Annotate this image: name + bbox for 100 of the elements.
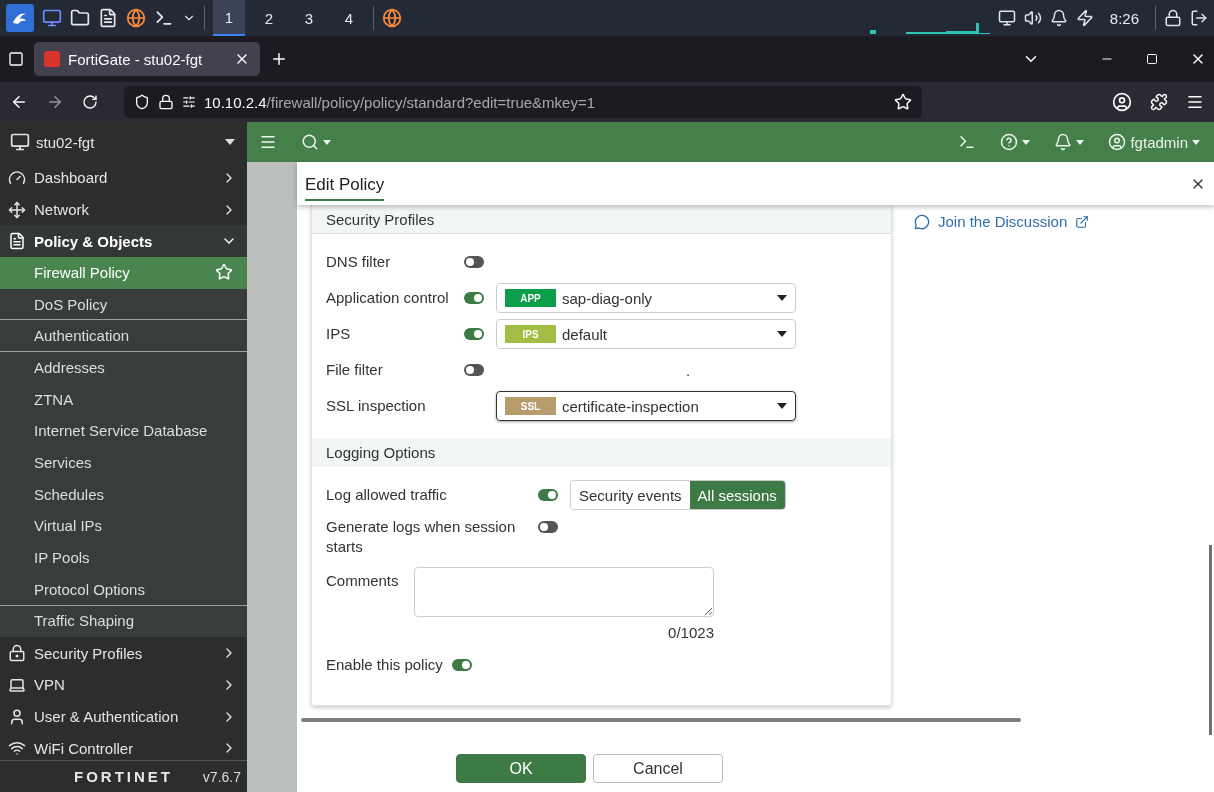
vertical-scrollbar[interactable] — [1209, 545, 1212, 735]
nav-section[interactable]: VPN — [0, 669, 247, 701]
section-header: Logging Options — [312, 438, 891, 467]
forward-icon[interactable] — [46, 93, 64, 111]
device-icon — [10, 132, 30, 152]
user-icon — [8, 707, 26, 726]
section-header: Security Profiles — [312, 205, 891, 234]
display-icon[interactable] — [997, 9, 1016, 27]
nav-item[interactable]: Internet Service Database — [0, 415, 247, 448]
nav-section[interactable]: Security Profiles — [0, 637, 247, 669]
nav-item[interactable]: DoS Policy — [0, 288, 247, 321]
browser-tab[interactable]: FortiGate - stu02-fgt — [34, 42, 260, 76]
menu-icon[interactable] — [1186, 93, 1204, 111]
tab-overview-icon[interactable] — [8, 51, 24, 67]
toggle-switch[interactable] — [464, 328, 484, 340]
external-link-icon — [1075, 214, 1090, 229]
nav-section[interactable]: User & Authentication — [0, 700, 247, 733]
nav-section[interactable]: Policy & Objects — [0, 225, 247, 258]
logout-icon[interactable] — [1190, 9, 1208, 27]
nav-item[interactable]: IP Pools — [0, 542, 247, 574]
bookmark-star-icon[interactable] — [894, 93, 912, 111]
nav-item[interactable]: Protocol Options — [0, 573, 247, 606]
cancel-button[interactable]: Cancel — [593, 754, 723, 783]
dot-text: . — [686, 361, 691, 379]
caret-icon — [225, 139, 235, 145]
workspace-button[interactable]: 3 — [293, 0, 325, 36]
brand-logo: FORTINET — [74, 768, 174, 785]
folder-icon[interactable] — [70, 8, 90, 28]
toggle-switch[interactable] — [538, 489, 558, 501]
favicon-icon — [44, 51, 60, 67]
lock-icon[interactable] — [1164, 9, 1182, 27]
nav-item[interactable]: Schedules — [0, 478, 247, 511]
user-menu-button[interactable]: fgtadmin — [1108, 133, 1200, 151]
nav-item[interactable]: Addresses — [0, 352, 247, 384]
version-text: v7.6.7 — [202, 768, 241, 785]
dragon-icon[interactable] — [6, 4, 34, 32]
workspace-button[interactable]: 2 — [253, 0, 285, 36]
back-icon[interactable] — [10, 93, 28, 111]
help-icon — [1000, 133, 1019, 151]
volume-icon[interactable] — [1023, 9, 1042, 27]
comments-field[interactable] — [414, 567, 714, 617]
address-field[interactable]: 10.10.2.4/firewall/policy/policy/standard?edit=true&mkey=1 — [124, 86, 922, 118]
search-icon — [301, 133, 319, 151]
field-label: Log allowed traffic — [326, 485, 448, 505]
discussion-link[interactable]: Join the Discussion — [914, 213, 1090, 230]
star-icon[interactable] — [215, 263, 233, 282]
shield-icon[interactable] — [134, 94, 150, 110]
text-editor-icon[interactable] — [98, 8, 118, 28]
toggle-switch[interactable] — [464, 292, 484, 304]
cli-console-icon[interactable] — [958, 133, 977, 151]
toggle-switch[interactable] — [464, 364, 484, 376]
toggle-switch[interactable] — [538, 521, 558, 533]
nav-section[interactable]: WiFi Controller — [0, 732, 247, 760]
caret-icon — [777, 331, 787, 337]
field-label: IPS — [326, 324, 352, 344]
field-label: Generate logs when session starts — [326, 517, 517, 557]
help-button[interactable] — [1000, 133, 1031, 151]
field-label: Application control — [326, 288, 450, 308]
workspace-button[interactable]: 1 — [213, 0, 245, 36]
field-label: Enable this policy — [326, 655, 444, 675]
horizontal-scrollbar[interactable] — [301, 718, 1021, 722]
segment-option[interactable]: All sessions — [689, 481, 785, 509]
toggle-switch[interactable] — [464, 256, 484, 268]
ok-button[interactable]: OK — [456, 754, 586, 783]
caret-icon — [777, 295, 787, 301]
lock-icon[interactable] — [158, 94, 174, 110]
nav-section[interactable]: Network — [0, 193, 247, 226]
bell-icon[interactable] — [1049, 9, 1068, 27]
browser-icon[interactable] — [382, 8, 402, 28]
permissions-icon[interactable] — [182, 95, 196, 109]
profile-dropdown[interactable]: SSL certificate-inspection — [496, 391, 796, 421]
chat-bubble-icon — [914, 213, 930, 230]
field-label: File filter — [326, 360, 384, 380]
maximize-icon[interactable] — [1146, 53, 1158, 65]
clock-text: 8:26 — [1109, 9, 1139, 27]
bell-icon — [1054, 133, 1073, 151]
nav-item[interactable]: Services — [0, 447, 247, 479]
caret-icon — [1192, 139, 1200, 145]
power-icon[interactable] — [1075, 9, 1094, 27]
nav-section[interactable]: Dashboard — [0, 162, 247, 194]
nav-item[interactable]: ZTNA — [0, 383, 247, 416]
field-label: SSL inspection — [326, 396, 427, 416]
new-tab-icon[interactable] — [270, 50, 288, 68]
toggle-switch[interactable] — [452, 659, 472, 671]
nav-item[interactable]: Authentication — [0, 320, 247, 353]
reload-icon[interactable] — [82, 94, 98, 110]
dialog-title: Edit Policy — [305, 166, 385, 201]
nav-item[interactable]: Traffic Shaping — [0, 605, 247, 638]
nav-item[interactable]: Firewall Policy — [0, 257, 247, 289]
workspace-button[interactable]: 4 — [333, 0, 365, 36]
search-button[interactable] — [301, 133, 331, 151]
profile-dropdown[interactable]: APP sap-diag-only — [496, 283, 796, 313]
nav-item[interactable]: Virtual IPs — [0, 510, 247, 543]
extensions-icon[interactable] — [1150, 93, 1168, 111]
desktop-icon[interactable] — [42, 8, 62, 28]
notifications-button[interactable] — [1054, 133, 1085, 151]
terminal-icon[interactable] — [154, 8, 174, 28]
browser-icon[interactable] — [126, 8, 146, 28]
account-icon[interactable] — [1112, 92, 1132, 112]
profile-dropdown[interactable]: IPS default — [496, 319, 796, 349]
